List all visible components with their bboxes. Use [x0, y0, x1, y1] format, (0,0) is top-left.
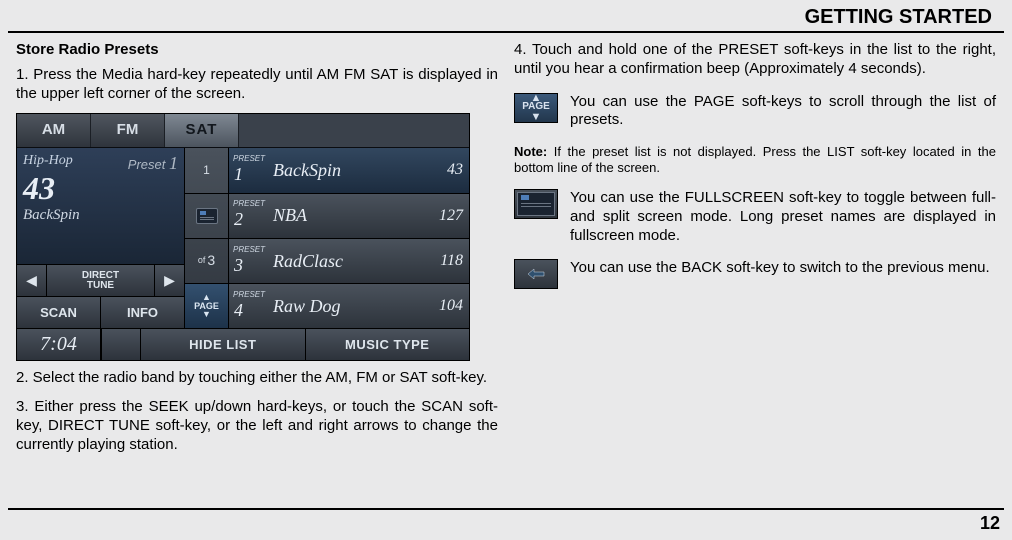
preset-num: 4: [234, 299, 243, 322]
page-down-arrow-icon: ▼: [202, 312, 211, 317]
preset-row[interactable]: PRESET2 NBA 127: [229, 194, 469, 239]
page-indicator: of 3: [185, 239, 228, 284]
step-3: 3. Either press the SEEK up/down hard-ke…: [16, 398, 498, 454]
hide-list-button[interactable]: HIDE LIST: [141, 329, 306, 360]
preset-channel: 43: [423, 160, 463, 180]
preset-label: PRESET: [233, 291, 265, 299]
preset-name: RadClasc: [273, 250, 423, 273]
of-label: of: [198, 255, 206, 266]
now-playing-preset: Preset 1: [128, 152, 178, 175]
note: Note: If the preset list is not displaye…: [514, 144, 996, 175]
preset-label: PRESET: [233, 246, 265, 254]
page-info-row: ▲ PAGE ▼ You can use the PAGE soft-keys …: [514, 93, 996, 131]
music-type-button[interactable]: MUSIC TYPE: [306, 329, 470, 360]
tune-right-arrow[interactable]: ▶: [154, 265, 184, 296]
tab-sat[interactable]: SAT: [165, 114, 239, 147]
preset-row[interactable]: PRESET1 BackSpin 43: [229, 148, 469, 193]
left-column: Store Radio Presets 1. Press the Media h…: [8, 37, 506, 464]
preset-num: 1: [234, 163, 243, 186]
tab-am[interactable]: AM: [17, 114, 91, 147]
tab-fm[interactable]: FM: [91, 114, 165, 147]
preset-label: PRESET: [233, 155, 265, 163]
preset-channel: 104: [423, 296, 463, 316]
mid-column: 1 of 3 ▲ PAGE ▼: [185, 148, 229, 328]
bottom-spacer: [101, 329, 141, 360]
fullscreen-info-row: You can use the FULLSCREEN soft-key to t…: [514, 189, 996, 245]
clock: 7:04: [17, 329, 101, 360]
preset-name: Raw Dog: [273, 295, 423, 318]
preset-row[interactable]: PRESET4 Raw Dog 104: [229, 284, 469, 328]
scan-button[interactable]: SCAN: [17, 297, 101, 328]
preset-row[interactable]: PRESET3 RadClasc 118: [229, 239, 469, 284]
page-number: 12: [980, 513, 1000, 534]
left-panel: Hip-Hop Preset 1 43 BackSpin ◀ DIRECT TU…: [17, 148, 185, 328]
now-playing: Hip-Hop Preset 1 43 BackSpin: [17, 148, 184, 264]
of-num: 3: [207, 252, 215, 270]
fullscreen-info-text: You can use the FULLSCREEN soft-key to t…: [570, 189, 996, 245]
page-button[interactable]: ▲ PAGE ▼: [185, 284, 228, 328]
preset-list: PRESET1 BackSpin 43 PRESET2 NBA 127 PRES…: [229, 148, 469, 328]
section-title: Store Radio Presets: [16, 41, 498, 60]
step-2: 2. Select the radio band by touching eit…: [16, 369, 498, 388]
content-columns: Store Radio Presets 1. Press the Media h…: [0, 33, 1012, 464]
down-arrow-icon: ▼: [531, 114, 542, 121]
now-playing-name: BackSpin: [23, 206, 178, 225]
fullscreen-icon[interactable]: [185, 194, 228, 239]
tune-left-arrow[interactable]: ◀: [17, 265, 47, 296]
radio-screenshot: AM FM SAT Hip-Hop Preset 1 43 BackSpin: [16, 113, 470, 361]
footer-rule: [8, 508, 1004, 510]
right-column: 4. Touch and hold one of the PRESET soft…: [506, 37, 1004, 464]
info-button[interactable]: INFO: [101, 297, 184, 328]
page-info-text: You can use the PAGE soft-keys to scroll…: [570, 93, 996, 131]
fullscreen-icon: [514, 189, 558, 219]
direct-tune-label2: TUNE: [87, 281, 114, 291]
up-arrow-icon: ▲: [531, 95, 542, 102]
preset-number: 1: [169, 153, 178, 173]
page-icon: ▲ PAGE ▼: [514, 93, 558, 123]
preset-num: 3: [234, 254, 243, 277]
preset-channel: 127: [423, 206, 463, 226]
preset-num: 2: [234, 208, 243, 231]
note-label: Note:: [514, 144, 547, 159]
direct-tune-row: ◀ DIRECT TUNE ▶: [17, 264, 184, 296]
back-info-text: You can use the BACK soft-key to switch …: [570, 259, 996, 278]
preset-channel: 118: [423, 251, 463, 271]
back-icon: [514, 259, 558, 289]
page-title: GETTING STARTED: [8, 0, 1004, 33]
direct-tune-button[interactable]: DIRECT TUNE: [47, 265, 154, 296]
now-playing-channel: 43: [23, 172, 178, 204]
preset-label: Preset: [128, 157, 166, 172]
step-4: 4. Touch and hold one of the PRESET soft…: [514, 41, 996, 79]
back-info-row: You can use the BACK soft-key to switch …: [514, 259, 996, 289]
preset-name: BackSpin: [273, 159, 423, 182]
preset-name: NBA: [273, 204, 423, 227]
page-up[interactable]: 1: [185, 148, 228, 193]
preset-label: PRESET: [233, 200, 265, 208]
band-tabs: AM FM SAT: [17, 114, 469, 148]
note-text: If the preset list is not displayed. Pre…: [514, 144, 996, 175]
bottom-bar: 7:04 HIDE LIST MUSIC TYPE: [17, 328, 469, 360]
step-1: 1. Press the Media hard-key repeatedly u…: [16, 66, 498, 104]
tab-spacer: [239, 114, 469, 147]
scan-info-row: SCAN INFO: [17, 296, 184, 328]
